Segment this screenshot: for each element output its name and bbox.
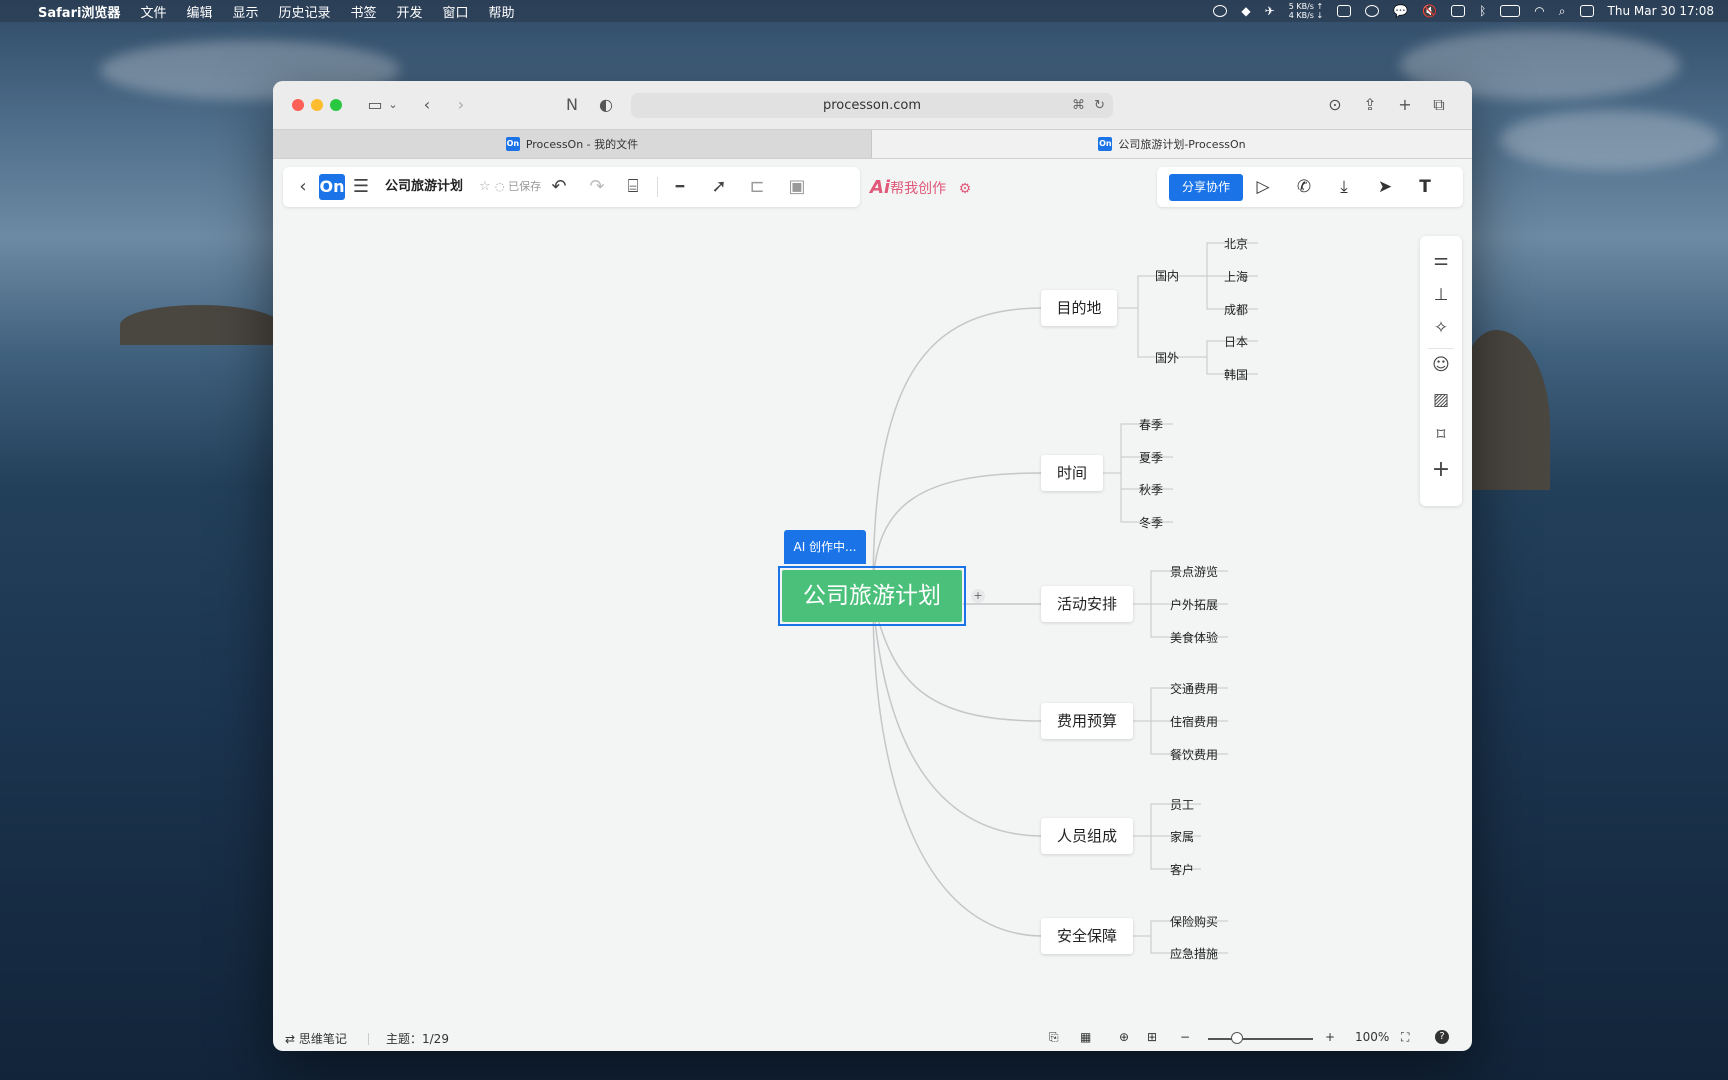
subtopic-domestic[interactable]: 国内 (1155, 267, 1179, 284)
leaf-topic[interactable]: 员工 (1170, 796, 1194, 813)
wifi-icon[interactable]: ◠ (1534, 4, 1544, 18)
topic-counter: 主题：1/29 (386, 1032, 449, 1046)
leaf-topic[interactable]: 应急措施 (1170, 945, 1218, 962)
leaf-topic[interactable]: 住宿费用 (1170, 713, 1218, 730)
leaf-topic[interactable]: 秋季 (1139, 481, 1163, 498)
spotlight-icon[interactable]: ⌕ (1559, 4, 1566, 19)
network-speed: 5 KB/s ↑ 4 KB/s ↓ (1288, 2, 1324, 20)
battery-icon[interactable] (1500, 5, 1521, 17)
leaf-topic[interactable]: 韩国 (1224, 366, 1248, 383)
leaf-topic[interactable]: 北京 (1224, 235, 1248, 252)
leaf-topic[interactable]: 保险购买 (1170, 913, 1218, 930)
history-icon[interactable]: ⎘ (1049, 1030, 1059, 1045)
menu-item-history[interactable]: 历史记录 (278, 2, 330, 21)
menu-item-file[interactable]: 文件 (140, 2, 166, 21)
leaf-topic[interactable]: 冬季 (1139, 514, 1163, 531)
mute-icon[interactable]: 🔇 (1422, 4, 1437, 18)
fullscreen-icon[interactable]: ⛶ (1401, 1030, 1409, 1045)
add-child-icon[interactable]: + (971, 589, 985, 603)
chat-icon[interactable]: 💬 (1393, 4, 1408, 18)
menu-item-edit[interactable]: 编辑 (186, 2, 212, 21)
leaf-topic[interactable]: 餐饮费用 (1170, 746, 1218, 763)
leaf-topic[interactable]: 成都 (1224, 301, 1248, 318)
status-menu-area: ◆ ✈ 5 KB/s ↑ 4 KB/s ↓ 💬 🔇 ᛒ ◠ ⌕ Thu Mar … (1213, 0, 1714, 22)
branch-node-destination[interactable]: 目的地 (1041, 290, 1117, 326)
menu-item-window[interactable]: 窗口 (443, 2, 469, 21)
mind-notes-toggle[interactable]: ⇄ 思维笔记 (285, 1030, 347, 1047)
leaf-topic[interactable]: 春季 (1139, 416, 1163, 433)
menubar-datetime[interactable]: Thu Mar 30 17:08 (1608, 4, 1714, 18)
leaf-topic[interactable]: 客户 (1170, 861, 1194, 878)
leaf-topic[interactable]: 家属 (1170, 828, 1194, 845)
locate-icon[interactable]: ⊕ (1119, 1030, 1129, 1044)
zoom-slider-handle[interactable] (1231, 1032, 1243, 1044)
menu-item-develop[interactable]: 开发 (397, 2, 423, 21)
shield-icon[interactable] (1337, 5, 1352, 17)
map-icon[interactable]: ⊞ (1147, 1030, 1157, 1044)
menu-item-bookmarks[interactable]: 书签 (351, 2, 377, 21)
leaf-topic[interactable]: 日本 (1224, 333, 1248, 350)
leaf-topic[interactable]: 上海 (1224, 268, 1248, 285)
leaf-topic[interactable]: 户外拓展 (1170, 596, 1218, 613)
leaf-topic[interactable]: 美食体验 (1170, 629, 1218, 646)
status-bar: ⇄ 思维笔记 主题：1/29 ⎘ ▦ ⊕ ⊞ − + 100% ⛶ ? (273, 1026, 1472, 1051)
bluetooth-icon[interactable]: ᛒ (1479, 4, 1486, 18)
s-app-icon[interactable] (1451, 5, 1466, 17)
record-icon[interactable] (1213, 5, 1228, 17)
mindmap-connectors (872, 242, 1258, 954)
branch-node-people[interactable]: 人员组成 (1041, 818, 1133, 854)
zoom-out-icon[interactable]: − (1180, 1030, 1190, 1044)
central-topic[interactable]: 公司旅游计划 (782, 570, 962, 622)
control-center-icon[interactable] (1579, 5, 1594, 17)
leaf-topic[interactable]: 夏季 (1139, 449, 1163, 466)
safari-window: ▭ ⌄ ‹ › N ◐ processon.com ⌘ ↻ ⊙ ⇪ + ⧉ On… (273, 81, 1472, 1051)
xcode-icon[interactable] (1365, 5, 1380, 17)
send-icon[interactable]: ✈ (1265, 4, 1275, 18)
branch-node-activities[interactable]: 活动安排 (1041, 586, 1133, 622)
ai-creating-badge: AI 创作中... (784, 530, 866, 564)
layout-icon[interactable]: ▦ (1080, 1030, 1091, 1044)
subtopic-abroad[interactable]: 国外 (1155, 349, 1179, 366)
branch-node-safety[interactable]: 安全保障 (1041, 918, 1133, 954)
menu-item-help[interactable]: 帮助 (489, 2, 515, 21)
status-divider (368, 1033, 369, 1045)
zoom-slider-track[interactable] (1208, 1038, 1313, 1040)
menu-item-view[interactable]: 显示 (232, 2, 258, 21)
branch-node-time[interactable]: 时间 (1041, 455, 1103, 491)
dropbox-icon[interactable]: ◆ (1241, 4, 1250, 18)
zoom-level[interactable]: 100% (1355, 1030, 1389, 1044)
zoom-in-icon[interactable]: + (1325, 1030, 1335, 1044)
leaf-topic[interactable]: 景点游览 (1170, 563, 1218, 580)
help-icon[interactable]: ? (1435, 1030, 1449, 1044)
leaf-topic[interactable]: 交通费用 (1170, 680, 1218, 697)
macos-menubar: Safari浏览器 文件 编辑 显示 历史记录 书签 开发 窗口 帮助 ◆ ✈ … (0, 0, 1728, 22)
menu-app-name[interactable]: Safari浏览器 (38, 2, 120, 21)
branch-node-budget[interactable]: 费用预算 (1041, 703, 1133, 739)
